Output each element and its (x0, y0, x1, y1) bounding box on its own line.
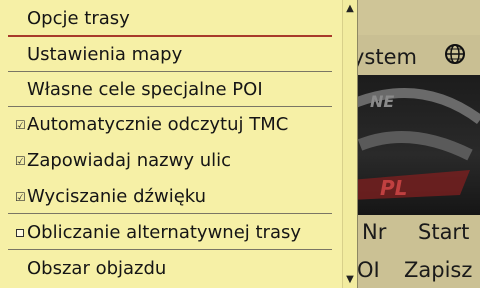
system-label: ystem (352, 45, 417, 69)
menu-item-label: Ustawienia mapy (27, 44, 183, 65)
checkbox-checked-icon[interactable]: ☑ (15, 180, 26, 214)
poi-button[interactable]: OI (357, 258, 380, 282)
menu-item-label: Własne cele specjalne POI (27, 79, 263, 100)
checkbox-checked-icon[interactable]: ☑ (15, 144, 26, 178)
menu-item-auto-tmc[interactable]: ☑ Automatycznie odczytuj TMC (8, 108, 332, 142)
menu-item-label: Obszar objazdu (27, 258, 167, 279)
menu-item-label: Automatycznie odczytuj TMC (27, 114, 289, 135)
scroll-up-icon[interactable]: ▲ (343, 3, 357, 15)
menu-item-alternative-route[interactable]: Obliczanie alternatywnej trasy (8, 216, 332, 250)
menu-item-route-options[interactable]: Opcje trasy (8, 2, 332, 36)
menu-item-map-settings[interactable]: Ustawienia mapy (8, 38, 332, 72)
menu-item-label: Obliczanie alternatywnej trasy (27, 222, 302, 243)
scroll-down-icon[interactable]: ▼ (343, 274, 357, 286)
menu-item-mute-sound[interactable]: ☑ Wyciszanie dźwięku (8, 180, 332, 214)
selection-separator (8, 35, 332, 37)
menu-item-own-poi[interactable]: Własne cele specjalne POI (8, 73, 332, 107)
watermark-logo: NE PL (348, 85, 480, 209)
menu-item-label: Zapowiadaj nazwy ulic (27, 150, 232, 171)
menu-separator (8, 71, 332, 72)
zapisz-button[interactable]: Zapisz (404, 258, 472, 282)
watermark-sub-text: PL (380, 176, 407, 200)
menu-scrollbar[interactable]: ▲ ▼ (342, 0, 357, 288)
menu-item-detour-area[interactable]: Obszar objazdu (8, 252, 332, 286)
start-button[interactable]: Start (418, 220, 469, 244)
menu-separator (8, 213, 332, 214)
menu-item-announce-streets[interactable]: ☑ Zapowiadaj nazwy ulic (8, 144, 332, 178)
menu-separator (8, 249, 332, 250)
menu-item-label: Opcje trasy (27, 8, 130, 29)
globe-icon[interactable] (444, 43, 466, 69)
options-menu: Opcje trasy Ustawienia mapy Własne cele … (0, 0, 358, 288)
checkbox-checked-icon[interactable]: ☑ (15, 108, 26, 142)
checkbox-unchecked-icon[interactable] (16, 229, 24, 237)
menu-item-label: Wyciszanie dźwięku (27, 186, 207, 207)
nr-button[interactable]: Nr (362, 220, 386, 244)
watermark-text: NE (370, 92, 394, 111)
menu-separator (8, 106, 332, 107)
